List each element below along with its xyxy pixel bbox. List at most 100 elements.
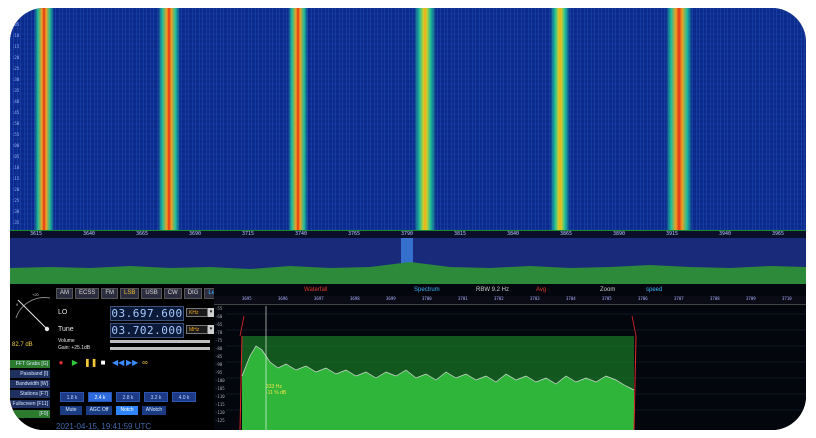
- s-meter: +20 9: [15, 292, 51, 332]
- spectrum-plot[interactable]: [226, 306, 806, 430]
- stations-button[interactable]: Stations [F7]: [10, 390, 50, 398]
- speed-label[interactable]: speed: [646, 286, 662, 295]
- zoom-label[interactable]: Zoom: [600, 286, 615, 295]
- record-icon[interactable]: ●: [56, 358, 66, 368]
- freq-tick: 3740: [295, 231, 308, 237]
- freq-tick: 3706: [638, 296, 648, 301]
- freq-tick: 3665: [136, 231, 149, 237]
- waterfall-label[interactable]: Waterfall: [304, 286, 327, 295]
- freq-tick: 3700: [422, 296, 432, 301]
- freq-tick: 3707: [674, 296, 684, 301]
- receiver-controls: +20 9 82.7 dB FFT Grabs [G] Passband [I]…: [10, 284, 230, 430]
- freq-tick: 3890: [613, 231, 626, 237]
- lo-frequency-display[interactable]: 03.697.600: [110, 306, 184, 321]
- mode-ecss-button[interactable]: ECSS: [75, 288, 100, 299]
- avg-label[interactable]: Avg: [536, 286, 546, 295]
- freq-tick: 3615: [30, 231, 43, 237]
- gain-label: Gain: +25.1dB: [58, 345, 91, 351]
- freq-tick: 3765: [348, 231, 361, 237]
- freq-tick: 3965: [772, 231, 785, 237]
- control-panel: +20 9 82.7 dB FFT Grabs [G] Passband [I]…: [10, 284, 806, 430]
- signal-trace: [414, 8, 436, 230]
- mode-cw-button[interactable]: CW: [163, 288, 182, 299]
- db-tick: -115: [215, 402, 225, 407]
- pause-icon[interactable]: ❚❚: [84, 358, 97, 368]
- freq-tick: 3705: [602, 296, 612, 301]
- mode-am-button[interactable]: AM: [56, 288, 73, 299]
- freq-tick: 3702: [494, 296, 504, 301]
- play-icon[interactable]: ▶: [70, 358, 80, 368]
- rewind-icon[interactable]: ◀◀: [112, 358, 124, 368]
- mode-usb-button[interactable]: USB: [141, 288, 162, 299]
- freq-tick: 3710: [782, 296, 792, 301]
- notch-button[interactable]: Notch: [116, 406, 138, 415]
- fft-grabs-button[interactable]: FFT Grabs [G]: [10, 360, 50, 368]
- agc-button[interactable]: AGC Off: [86, 406, 112, 415]
- freq-tick: 3704: [566, 296, 576, 301]
- signal-trace: [158, 8, 180, 230]
- playback-controls: ● ▶ ❚❚ ■ ◀◀ ▶▶ ∞: [56, 358, 150, 368]
- bandwidth-annotation: 333 Hz -11 % dB: [266, 384, 286, 396]
- volume-slider[interactable]: [110, 340, 210, 343]
- db-tick: -55: [215, 306, 223, 311]
- stop-icon[interactable]: ■: [98, 358, 108, 368]
- freq-tick: 3709: [746, 296, 756, 301]
- freq-tick: 3708: [710, 296, 720, 301]
- mode-fm-button[interactable]: FM: [101, 288, 119, 299]
- signal-trace: [666, 8, 692, 230]
- db-tick: -120: [215, 410, 225, 415]
- freq-tick: 3865: [560, 231, 573, 237]
- tune-frequency-display[interactable]: 03.702.000: [110, 323, 184, 338]
- filter-button-5[interactable]: 4.0 k: [172, 392, 196, 402]
- db-tick: -90: [215, 362, 223, 367]
- spectrum-toolbar: Waterfall Spectrum RBW 9.2 Hz Avg Zoom s…: [214, 286, 806, 295]
- filter-button-1[interactable]: 1.8 k: [60, 392, 84, 402]
- overview-spectrum-trace: [10, 262, 806, 284]
- db-tick: -110: [215, 394, 225, 399]
- signal-trace: [550, 8, 570, 230]
- datetime: 2021-04-15, 19:41:59 UTC: [56, 422, 152, 430]
- db-tick: -70: [215, 330, 223, 335]
- svg-text:9: 9: [16, 302, 19, 307]
- freq-tick: 3640: [83, 231, 96, 237]
- tune-unit-select[interactable]: MHz: [186, 325, 208, 334]
- freq-tick: 3915: [666, 231, 679, 237]
- waterfall-display[interactable]: :00:05:10:15:20:25:30:35:40:45:50:55:00:…: [10, 8, 806, 230]
- svg-text:+20: +20: [32, 292, 40, 297]
- filter-button-2[interactable]: 2.4 k: [88, 392, 112, 402]
- filter-button-3[interactable]: 2.8 k: [116, 392, 140, 402]
- freq-tick: 3695: [242, 296, 252, 301]
- mode-lsb-button[interactable]: LSB: [120, 288, 140, 299]
- tune-label: Tune: [58, 326, 74, 333]
- volume-label: Volume: [58, 338, 75, 344]
- fullscreen-button[interactable]: Fullscreen [F11]: [10, 400, 50, 408]
- loop-icon[interactable]: ∞: [140, 358, 150, 368]
- passband-button[interactable]: Passband [I]: [10, 370, 50, 378]
- bandwidth-button[interactable]: Bandwidth [W]: [10, 380, 50, 388]
- freq-tick: 3840: [507, 231, 520, 237]
- db-tick: -125: [215, 418, 225, 423]
- db-tick: -60: [215, 314, 223, 319]
- mode-dig-button[interactable]: DIG: [183, 288, 203, 299]
- freq-tick: 3703: [530, 296, 540, 301]
- db-tick: -75: [215, 338, 223, 343]
- mute-button[interactable]: Mute: [60, 406, 82, 415]
- gain-slider[interactable]: [110, 347, 210, 350]
- freq-tick: 3790: [401, 231, 414, 237]
- overview-spectrum[interactable]: [10, 238, 806, 284]
- f9-button[interactable]: [F9]: [10, 410, 50, 418]
- waterfall-time-scale: :00:05:10:15:20:25:30:35:40:45:50:55:00:…: [12, 11, 20, 225]
- filter-button-4[interactable]: 3.2 k: [144, 392, 168, 402]
- lo-unit-select[interactable]: KHz: [186, 308, 208, 317]
- spectrum-frequency-axis: 3695 3696 3697 3698 3699 3700 3701 3702 …: [214, 296, 806, 305]
- bandwidth-sub: -11 % dB: [266, 390, 287, 396]
- fast-forward-icon[interactable]: ▶▶: [126, 358, 138, 368]
- signal-trace: [288, 8, 308, 230]
- sdr-window: :00:05:10:15:20:25:30:35:40:45:50:55:00:…: [10, 8, 806, 430]
- freq-tick: 3715: [242, 231, 255, 237]
- spectrum-label[interactable]: Spectrum: [414, 286, 440, 295]
- db-tick: -105: [215, 386, 225, 391]
- mode-selector: AM ECSS FM LSB USB CW DIG Levels: [56, 288, 230, 299]
- freq-tick: 3940: [719, 231, 732, 237]
- anotch-button[interactable]: ANotch: [142, 406, 166, 415]
